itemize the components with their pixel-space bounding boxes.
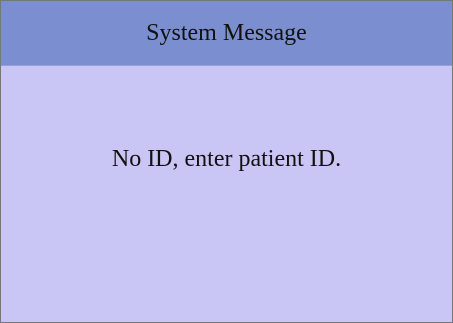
dialog-title: System Message: [146, 19, 307, 46]
dialog-titlebar: System Message: [1, 1, 452, 66]
dialog-message: No ID, enter patient ID.: [111, 146, 342, 172]
dialog-body: No ID, enter patient ID.: [1, 66, 452, 322]
system-message-dialog: System Message No ID, enter patient ID.: [0, 0, 453, 323]
